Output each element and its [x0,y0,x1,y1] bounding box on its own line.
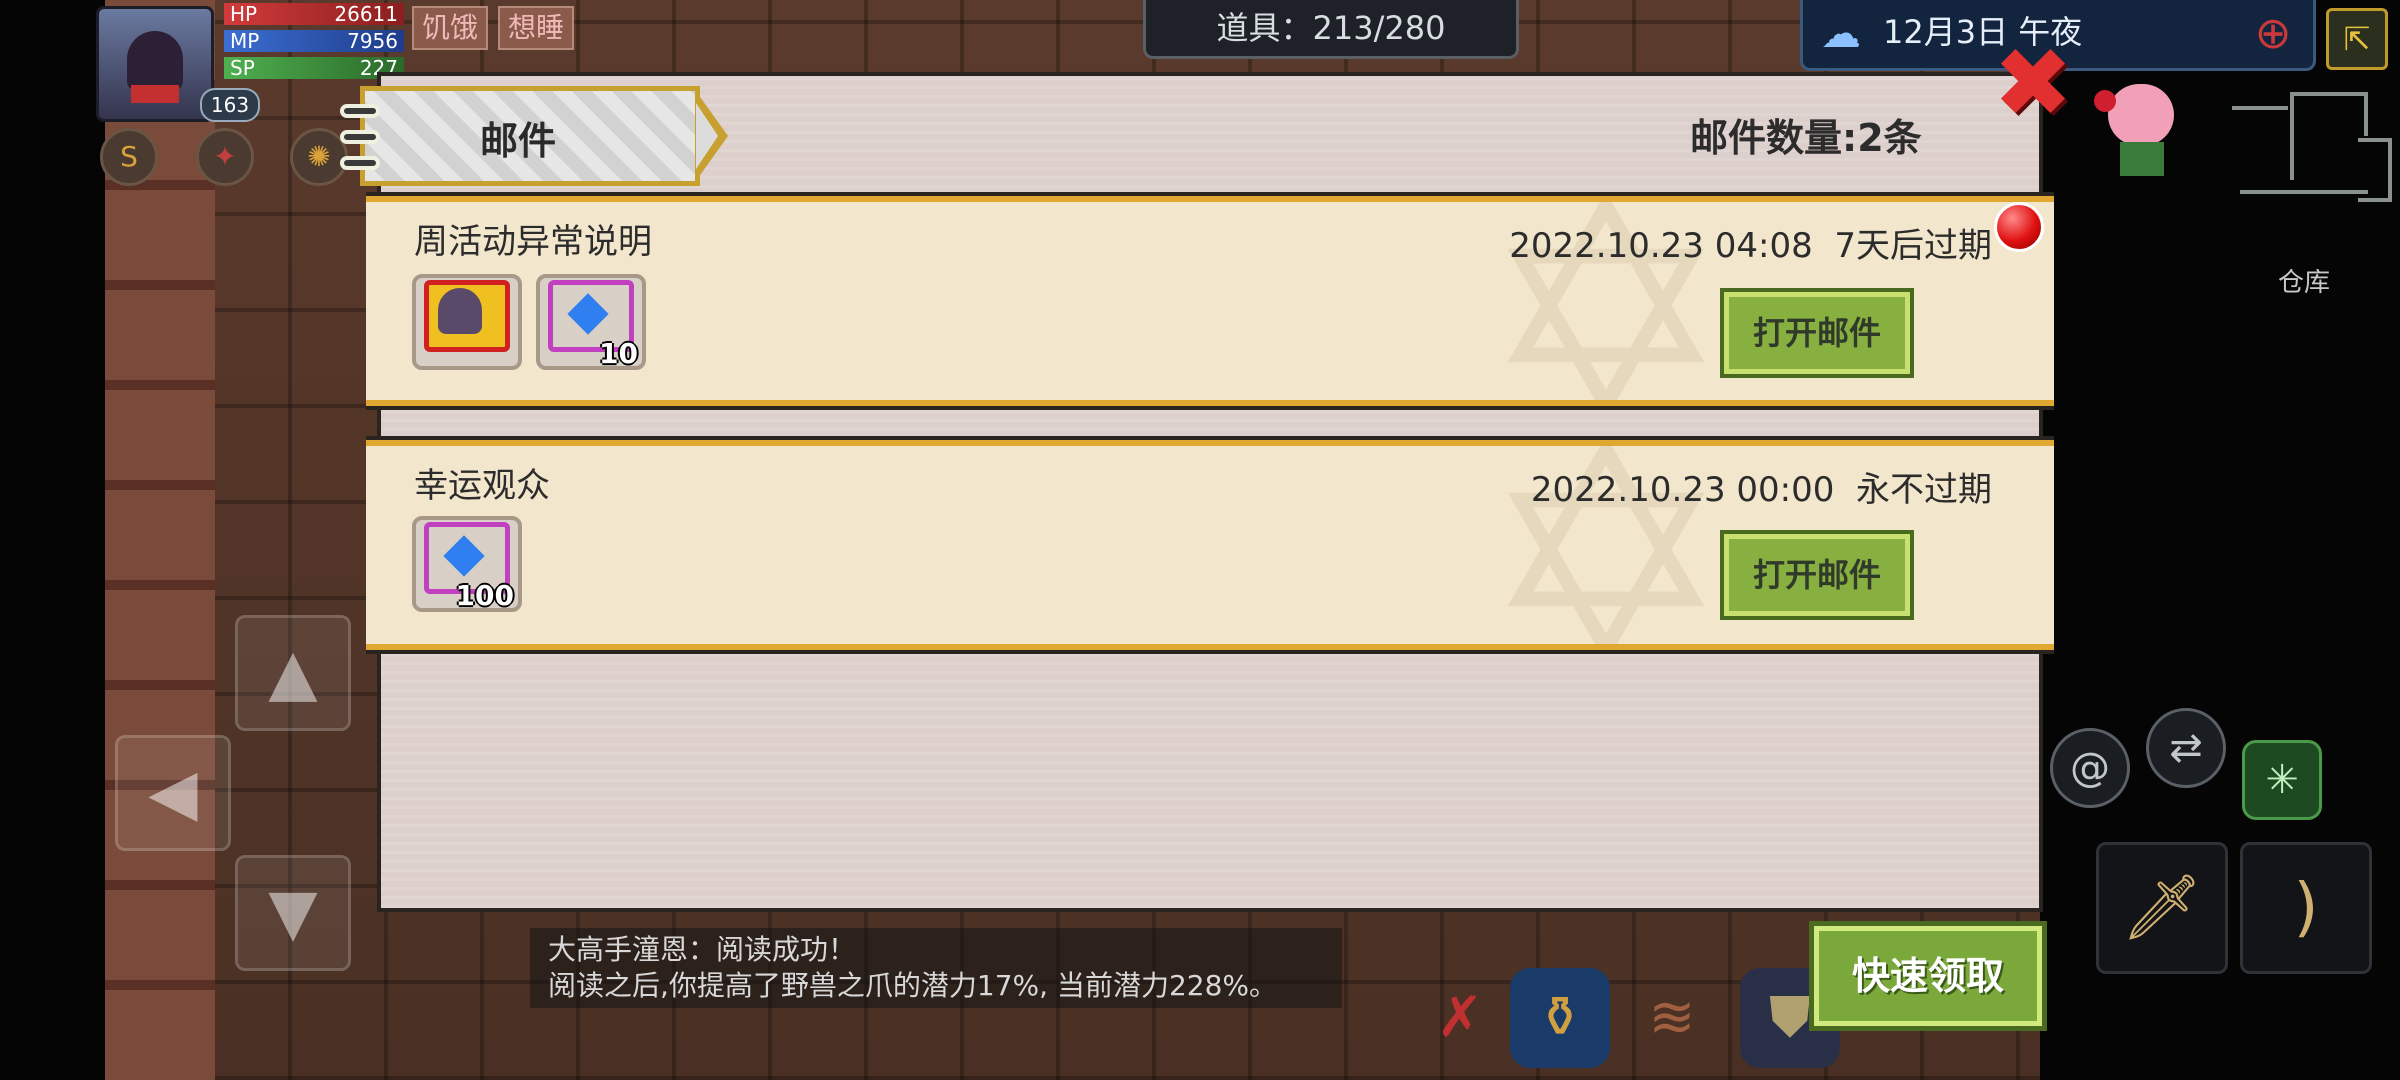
mail-item[interactable]: ✡ 幸运观众 2022.10.23 00:00 永不过期 ◆ 100 打开邮件 [366,440,2054,650]
dpad-left-button[interactable]: ◀ [115,735,231,851]
mail-date: 2022.10.23 04:08 [1509,226,1813,266]
portrait-face [127,31,183,91]
unread-indicator [1994,202,2044,252]
mail-item[interactable]: ✡ 周活动异常说明 2022.10.23 04:08 7天后过期 ◆ 10 打开… [366,196,2054,406]
swap-skill-button[interactable]: ⇄ [2146,708,2226,788]
mail-meta: 2022.10.23 00:00 永不过期 [1531,468,1992,512]
spiral-skill-button[interactable]: @ [2050,728,2130,808]
mp-label: MP [230,29,260,53]
minimap-corridor [2232,106,2288,110]
hp-label: HP [230,2,258,26]
avatar-frame-icon [438,288,482,334]
weapon-loot-icon[interactable]: ✗ [1410,968,1510,1068]
chat-line: 阅读之后,你提高了野兽之爪的潜力17%, 当前潜力228%。 [548,969,1277,1002]
npc-head [2108,84,2174,146]
claw-loot-icon[interactable]: ≋ [1622,968,1722,1068]
tab-body: 邮件 [360,86,700,186]
mail-expiry: 7天后过期 [1834,226,1992,266]
buff-icon-wings[interactable]: ✦ [196,128,254,186]
ring-binder-icon [340,98,382,178]
exit-icon[interactable]: ⇱ [2326,8,2388,70]
chat-log: 大高手潼恩：阅读成功！ 阅读之后,你提高了野兽之爪的潜力17%, 当前潜力228… [530,928,1342,1008]
level-badge: 163 [200,88,260,122]
rain-cloud-icon: ☁ [1821,11,1861,57]
bag-loot-icon[interactable]: ⚱ [1510,968,1610,1068]
leaf-skill-button[interactable]: ✳ [2242,740,2322,820]
sp-label: SP [230,56,255,80]
diamond-icon: ◆ [443,520,485,583]
npc-character[interactable] [2094,70,2186,180]
portrait-scarf [131,85,179,103]
diamond-icon: ◆ [567,278,609,341]
mail-subject: 周活动异常说明 [414,222,652,262]
mail-count-label: 邮件数量:2条 [1690,116,1922,160]
open-mail-button[interactable]: 打开邮件 [1720,530,1914,620]
attachment-quantity: 100 [455,579,514,612]
sword-weapon-slot[interactable]: 🗡 [2096,842,2228,974]
minimap-room [2358,138,2392,202]
tab-arrow-inner [696,103,718,169]
attachment-avatar-frame[interactable] [412,274,522,370]
bow-weapon-slot[interactable]: ) [2240,842,2372,974]
binder-ring [340,156,380,170]
left-void [0,0,105,1080]
mail-date: 2022.10.23 00:00 [1530,470,1835,510]
mail-subject: 幸运观众 [414,466,550,506]
npc-body [2120,142,2164,176]
open-mail-button[interactable]: 打开邮件 [1720,288,1914,378]
mp-bar: MP 7956 [224,30,404,52]
close-icon[interactable]: ✖ [1990,35,2076,131]
network-globe-icon[interactable]: ⊕ [2243,6,2303,62]
attachment-diamond[interactable]: ◆ 100 [412,516,522,612]
mail-meta: 2022.10.23 04:08 7天后过期 [1509,224,1992,268]
minimap-corridor [2290,132,2294,180]
attachment-diamond[interactable]: ◆ 10 [536,274,646,370]
binder-ring [340,130,380,144]
inventory-counter[interactable]: 道具：213/280 [1143,0,1519,59]
npc-bow [2094,90,2116,112]
buff-icon-s[interactable]: S [100,128,158,186]
mail-title: 邮件 [480,119,557,163]
status-hungry-badge: 饥饿 [412,6,489,50]
mail-title-tab: 邮件 [360,86,730,186]
attachment-quantity: 10 [599,337,638,370]
virtual-dpad[interactable]: ◀ ▲ ▼ [115,615,375,980]
hp-value: 26611 [334,2,398,26]
chat-line: 大高手潼恩：阅读成功！ [548,933,857,966]
minimap-corridor [2240,190,2368,194]
hp-bar: HP 26611 [224,3,404,25]
dpad-up-button[interactable]: ▲ [235,615,351,731]
binder-ring [340,104,380,118]
mp-value: 7956 [347,29,398,53]
minimap-room [2290,92,2368,136]
minimap[interactable] [2230,80,2400,230]
warehouse-label: 仓库 [2278,268,2331,298]
status-sleepy-badge: 想睡 [498,6,575,50]
dpad-down-button[interactable]: ▼ [235,855,351,971]
player-portrait[interactable] [96,6,214,122]
mail-expiry: 永不过期 [1856,470,1992,510]
quick-claim-button[interactable]: 快速领取 [1809,921,2047,1031]
